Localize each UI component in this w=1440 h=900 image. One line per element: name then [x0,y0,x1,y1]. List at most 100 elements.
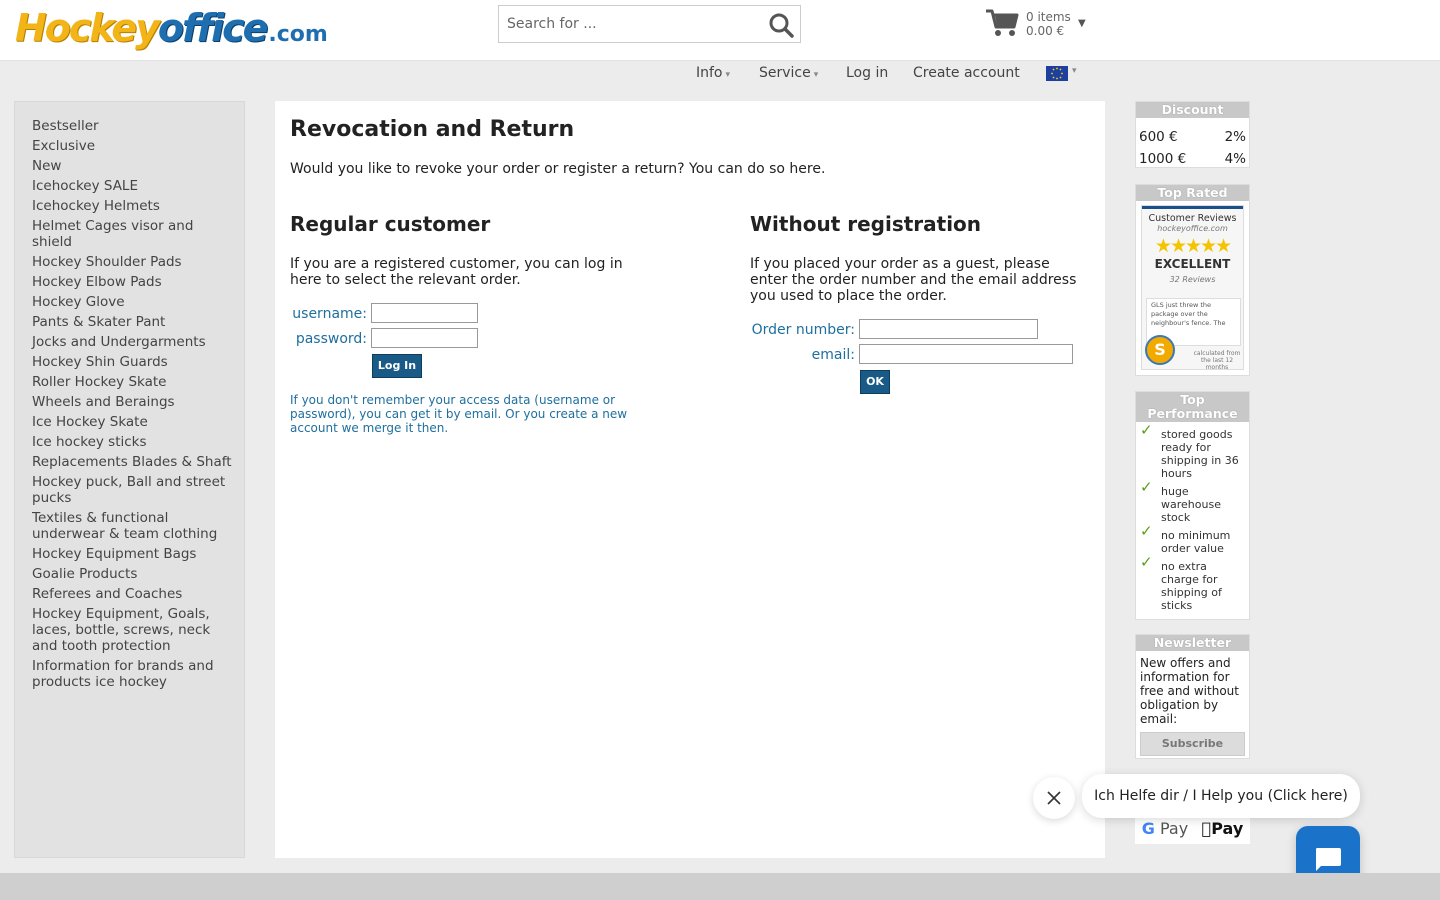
category-item[interactable]: Helmet Cages visor and shield [32,218,237,250]
nav-login[interactable]: Log in [846,65,888,81]
checkmark-icon: ✓ [1140,421,1153,439]
review-widget[interactable]: Customer Reviews hockeyoffice.com ★★★★★ … [1141,205,1244,371]
newsletter-box: Newsletter New offers and information fo… [1135,634,1250,759]
category-item[interactable]: Ice hockey sticks [32,434,237,450]
performance-item: ✓ huge warehouse stock [1140,480,1245,525]
checkmark-icon: ✓ [1140,522,1153,540]
site-header: Hockeyoffice.com 0 items 0.00 € ▼ [0,0,1440,60]
category-item[interactable]: Bestseller [32,118,237,134]
cart-total: 0.00 € [1026,24,1065,38]
chevron-down-icon: ▾ [813,70,819,80]
category-item[interactable]: Ice Hockey Skate [32,414,237,430]
nav-service[interactable]: Service ▾ [759,65,818,81]
category-item[interactable]: Pants & Skater Pant [32,314,237,330]
regular-customer-text: If you are a registered customer, you ca… [290,256,623,288]
performance-text: stored goods ready for shipping in 36 ho… [1161,428,1239,480]
category-item[interactable]: Referees and Coaches [32,586,237,602]
order-number-input[interactable] [859,319,1038,339]
category-item[interactable]: New [32,158,237,174]
password-input[interactable] [371,328,478,348]
performance-text: no extra charge for shipping of sticks [1161,560,1222,612]
category-item[interactable]: Roller Hockey Skate [32,374,237,390]
language-chevron-down-icon[interactable]: ▾ [1072,66,1077,76]
chat-close-button[interactable] [1033,777,1075,819]
discount-box: Discount 600 €2% 1000 €4% [1135,101,1250,168]
logo-office: office [157,6,268,50]
chat-prompt[interactable]: Ich Helfe dir / I Help you (Click here) [1082,774,1360,818]
performance-item: ✓ stored goods ready for shipping in 36 h… [1140,423,1245,481]
email-label: email: [811,347,855,363]
guest-text: If you placed your order as a guest, ple… [750,256,1077,304]
search-icon[interactable] [768,12,794,38]
logo-hockey: Hockey [15,6,160,50]
cart-item-count: 0 items [1026,10,1071,24]
chevron-down-icon: ▾ [725,70,731,80]
guest-heading: Without registration [750,212,982,236]
search-input[interactable] [499,6,759,42]
performance-item: ✓ no extra charge for shipping of sticks [1140,555,1245,613]
category-item[interactable]: Exclusive [32,138,237,154]
forgot-access-hint[interactable]: If you don't remember your access data (… [290,393,640,435]
category-item[interactable]: Information for brands and products ice … [32,658,237,690]
regular-customer-heading: Regular customer [290,212,491,236]
category-item[interactable]: Wheels and Beraings [32,394,237,410]
category-item[interactable]: Hockey Equipment, Goals, laces, bottle, … [32,606,237,654]
rating-grade: EXCELLENT [1154,257,1231,271]
top-nav: Info ▾ Service ▾ Log in Create account ▾ [0,60,1440,87]
main-content: Revocation and Return Would you like to … [275,101,1105,858]
category-item[interactable]: Hockey Equipment Bags [32,546,237,562]
category-item[interactable]: Hockey Shoulder Pads [32,254,237,270]
order-number-label: Order number: [751,322,855,338]
category-sidebar: Bestseller Exclusive New Icehockey SALE Iceh… [14,101,245,858]
username-input[interactable] [371,303,478,323]
page-title: Revocation and Return [290,117,575,142]
checkmark-icon: ✓ [1140,553,1153,571]
discount-row: 600 €2% [1139,129,1246,145]
cart-widget[interactable]: 0 items 0.00 € ▼ [985,8,1095,42]
performance-text: no minimum order value [1161,529,1231,555]
category-item[interactable]: Jocks and Undergarments [32,334,237,350]
review-widget-title: Customer Reviews [1148,213,1237,224]
review-widget-site: hockeyoffice.com [1157,224,1228,233]
category-item[interactable]: Textiles & functional underwear & team c… [32,510,237,542]
performance-item: ✓ no minimum order value [1140,524,1245,556]
password-label: password: [295,331,367,347]
top-performance-box: Top Performance ✓ stored goods ready for … [1135,391,1250,620]
category-item[interactable]: Hockey Elbow Pads [32,274,237,290]
apple-pay-icon: Pay [1202,818,1244,838]
category-item[interactable]: Hockey puck, Ball and street pucks [32,474,237,506]
nav-info[interactable]: Info ▾ [696,65,730,81]
eu-flag-icon[interactable] [1046,66,1068,81]
logo-domain: .com [268,22,328,47]
category-item[interactable]: Hockey Glove [32,294,237,310]
discount-title: Discount [1136,102,1249,118]
ok-button[interactable]: OK [860,370,890,394]
category-item[interactable]: Replacements Blades & Shaft [32,454,237,470]
category-item[interactable]: Hockey Shin Guards [32,354,237,370]
category-list: Bestseller Exclusive New Icehockey SALE Iceh… [32,118,237,694]
cart-chevron-down-icon[interactable]: ▼ [1078,18,1086,29]
category-item[interactable]: Icehockey SALE [32,178,237,194]
subscribe-button[interactable]: Subscribe [1140,732,1245,756]
email-input[interactable] [859,344,1073,364]
top-rated-box[interactable]: Top Rated Customer Reviews hockeyoffice.… [1135,184,1250,376]
chat-bubble-icon [1316,848,1341,871]
site-logo[interactable]: Hockey office .com [15,6,328,50]
performance-list: ✓ stored goods ready for shipping in 36 h… [1136,422,1249,613]
search-box [498,5,801,43]
checkmark-icon: ✓ [1140,478,1153,496]
performance-text: huge warehouse stock [1161,485,1221,524]
nav-create-account[interactable]: Create account [913,65,1020,81]
username-label: username: [292,306,367,322]
intro-text: Would you like to revoke your order or r… [290,161,826,177]
newsletter-text: New offers and information for free and … [1140,656,1239,726]
google-pay-icon: G Pay [1141,818,1189,838]
category-item[interactable]: Goalie Products [32,566,237,582]
review-period: calculated from the last 12 months [1193,350,1241,371]
category-item[interactable]: Icehockey Helmets [32,198,237,214]
newsletter-title: Newsletter [1136,635,1249,651]
cart-icon [986,9,1019,36]
login-button[interactable]: Log In [372,354,422,378]
top-rated-title: Top Rated [1136,185,1249,201]
top-performance-title: Top Performance [1136,392,1249,422]
